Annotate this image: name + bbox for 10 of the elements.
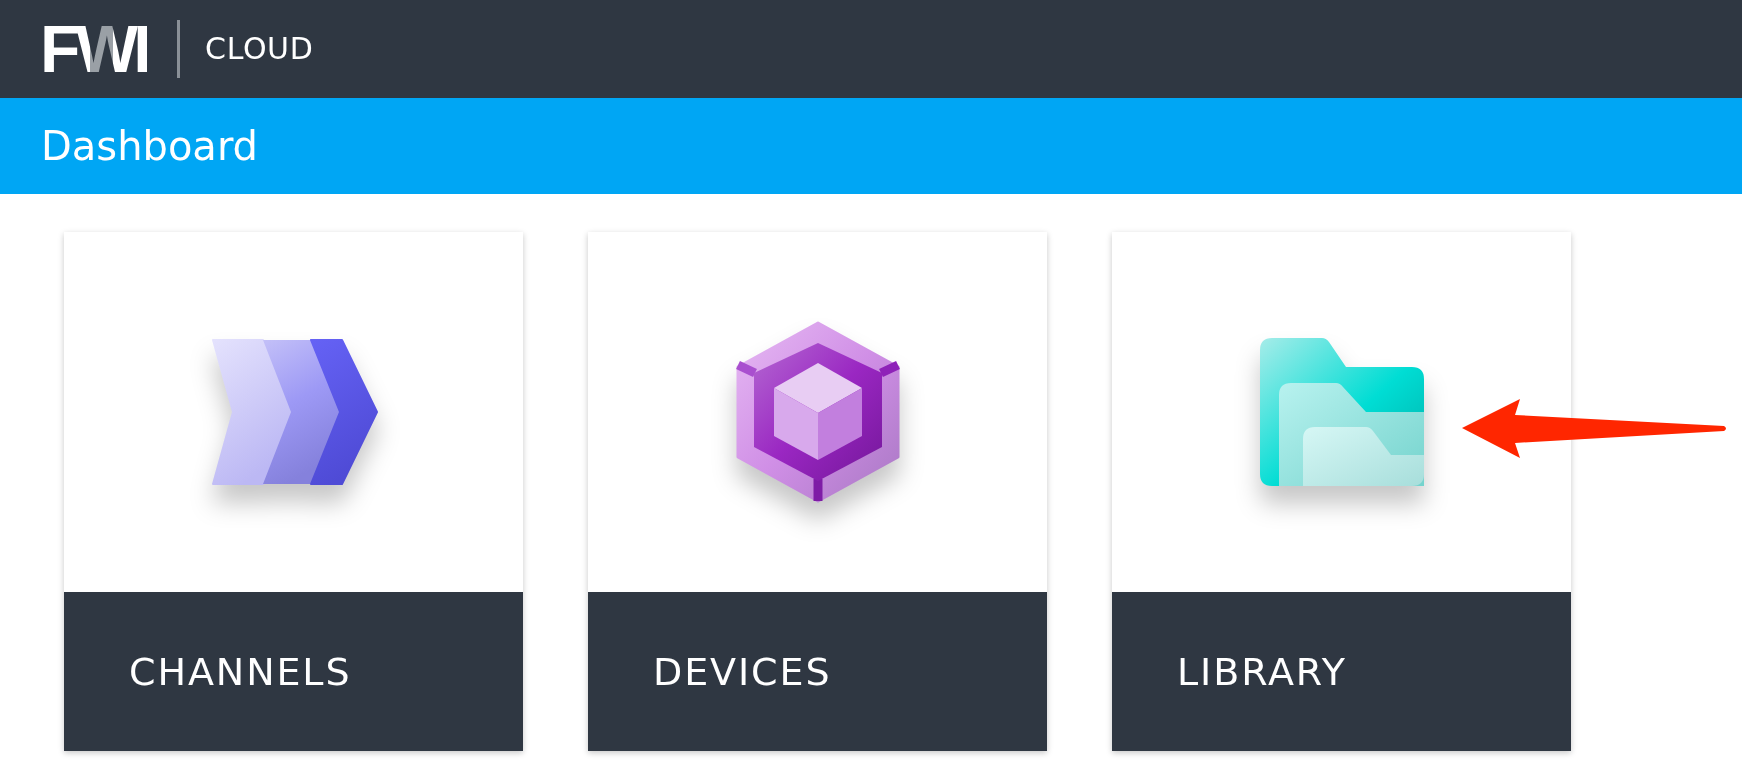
tile-label: DEVICES	[653, 652, 832, 691]
cube-icon	[735, 321, 900, 503]
dashboard-tile[interactable]: LIBRARY	[1112, 232, 1571, 751]
tile-label: CHANNELS	[129, 652, 352, 691]
page-title: Dashboard	[41, 126, 258, 166]
product-name: CLOUD	[205, 34, 314, 64]
folder-icon	[1259, 338, 1424, 486]
tile-label: LIBRARY	[1177, 652, 1347, 691]
dashboard-tile[interactable]: DEVICES	[588, 232, 1047, 751]
dashboard-tile[interactable]: CHANNELS	[64, 232, 523, 751]
